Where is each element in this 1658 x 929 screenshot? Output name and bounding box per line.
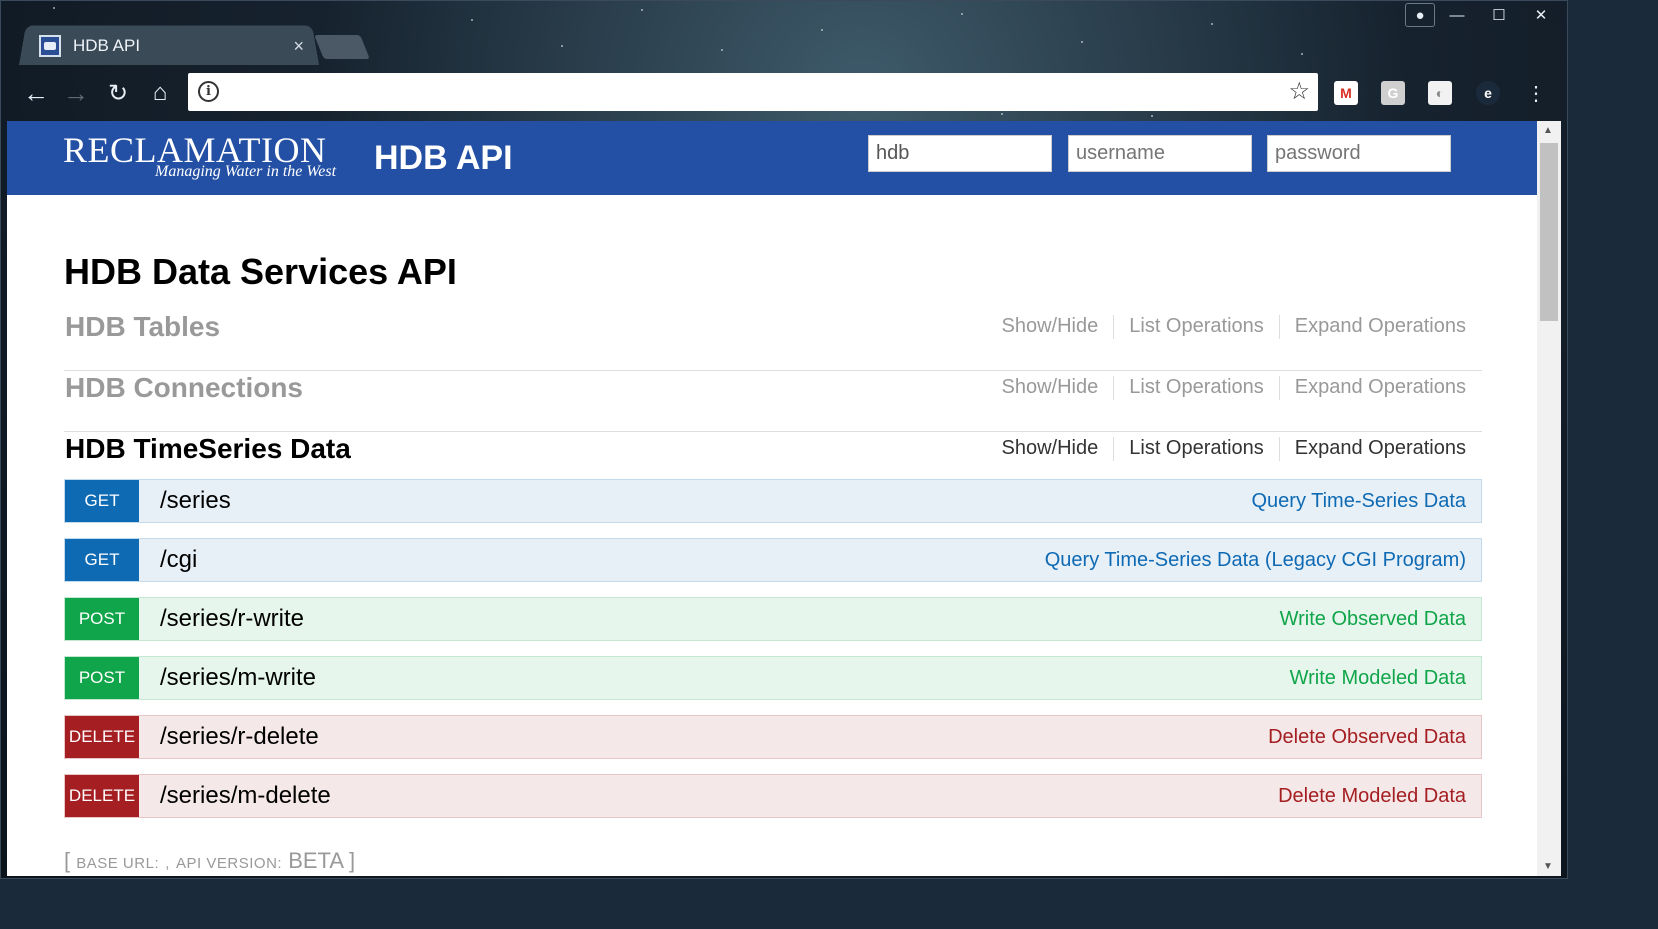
vertical-scrollbar[interactable]: ▲ ▼ bbox=[1537, 121, 1561, 876]
endpoint-summary[interactable]: Delete Modeled Data bbox=[1278, 785, 1466, 808]
address-bar[interactable]: i ☆ bbox=[188, 73, 1318, 111]
api-version-value: BETA bbox=[288, 848, 343, 873]
page-title: HDB Data Services API bbox=[64, 251, 457, 292]
api-info-footer: [ base url: , api version: BETA ] bbox=[64, 848, 355, 874]
favicon-icon bbox=[39, 35, 61, 57]
endpoint-path[interactable]: /series/r-write bbox=[160, 605, 1280, 633]
logo-tagline: Managing Water in the West bbox=[155, 163, 337, 180]
page-viewport: RECLAMATION Managing Water in the West H… bbox=[7, 121, 1537, 876]
endpoint-path[interactable]: /series/r-delete bbox=[160, 723, 1268, 751]
g-extension-icon[interactable]: G bbox=[1381, 81, 1405, 105]
endpoint-path[interactable]: /series/m-delete bbox=[160, 782, 1278, 810]
endpoint-path[interactable]: /series/m-write bbox=[160, 664, 1290, 692]
section-hdb-connections: HDB Connections Show/Hide List Operation… bbox=[64, 372, 1482, 432]
gmail-icon[interactable]: M bbox=[1334, 81, 1358, 105]
new-tab-button[interactable] bbox=[314, 35, 370, 59]
back-arrow-icon[interactable]: ← bbox=[20, 77, 52, 109]
base-url-value: , bbox=[165, 855, 170, 872]
base-url-label: base url: bbox=[76, 855, 160, 872]
minimize-icon[interactable]: — bbox=[1437, 1, 1477, 29]
section-title[interactable]: HDB Connections bbox=[65, 372, 303, 404]
endpoint-get-series[interactable]: GET /series Query Time-Series Data bbox=[64, 479, 1482, 523]
ops-separator bbox=[1278, 315, 1280, 339]
method-badge: POST bbox=[65, 657, 139, 699]
browser-window: ● — ☐ ✕ HDB API × ← → ↻ ⌂ i ☆ M G ◐ e ⋮ … bbox=[0, 0, 1568, 879]
ops-separator bbox=[1113, 315, 1115, 339]
expand-operations-link[interactable]: Expand Operations bbox=[1295, 376, 1466, 400]
show-hide-link[interactable]: Show/Hide bbox=[1002, 376, 1099, 400]
endpoint-summary[interactable]: Query Time-Series Data bbox=[1251, 490, 1466, 513]
menu-kebab-icon[interactable]: ⋮ bbox=[1520, 77, 1552, 109]
close-icon[interactable]: ✕ bbox=[1521, 1, 1561, 29]
tab-close-icon[interactable]: × bbox=[293, 36, 304, 57]
header-title: HDB API bbox=[374, 139, 513, 177]
scrollbar-thumb[interactable] bbox=[1540, 143, 1558, 321]
maximize-icon[interactable]: ☐ bbox=[1479, 1, 1519, 29]
method-badge: POST bbox=[65, 598, 139, 640]
endpoint-summary[interactable]: Write Observed Data bbox=[1280, 608, 1466, 631]
endpoint-get-cgi[interactable]: GET /cgi Query Time-Series Data (Legacy … bbox=[64, 538, 1482, 582]
endpoint-post-m-write[interactable]: POST /series/m-write Write Modeled Data bbox=[64, 656, 1482, 700]
method-badge: GET bbox=[65, 539, 139, 581]
scroll-down-arrow-icon[interactable]: ▼ bbox=[1543, 861, 1553, 872]
endpoint-delete-r-delete[interactable]: DELETE /series/r-delete Delete Observed … bbox=[64, 715, 1482, 759]
ops-separator bbox=[1113, 376, 1115, 400]
section-hdb-tables: HDB Tables Show/Hide List Operations Exp… bbox=[64, 311, 1482, 371]
e-extension-icon[interactable]: e bbox=[1476, 81, 1500, 105]
section-ops: Show/Hide List Operations Expand Operati… bbox=[1002, 315, 1466, 339]
browser-tab-content[interactable]: HDB API × bbox=[39, 31, 304, 61]
user-icon[interactable]: ● bbox=[1405, 3, 1435, 27]
expand-operations-link[interactable]: Expand Operations bbox=[1295, 315, 1466, 339]
footer-bracket-open: [ bbox=[64, 848, 71, 873]
endpoint-summary[interactable]: Query Time-Series Data (Legacy CGI Progr… bbox=[1045, 549, 1466, 572]
reload-icon[interactable]: ↻ bbox=[102, 77, 134, 109]
tab-title: HDB API bbox=[73, 36, 141, 55]
reclamation-logo[interactable]: RECLAMATION Managing Water in the West bbox=[63, 130, 336, 180]
api-version-label: api version: bbox=[176, 855, 283, 872]
method-badge: DELETE bbox=[65, 716, 139, 758]
expand-operations-link[interactable]: Expand Operations bbox=[1295, 437, 1466, 461]
method-badge: GET bbox=[65, 480, 139, 522]
list-operations-link[interactable]: List Operations bbox=[1129, 315, 1264, 339]
forward-arrow-icon[interactable]: → bbox=[60, 77, 92, 109]
logo-main: RECLAMATION bbox=[63, 130, 327, 170]
password-input[interactable] bbox=[1267, 135, 1451, 172]
list-operations-link[interactable]: List Operations bbox=[1129, 437, 1264, 461]
ops-separator bbox=[1278, 437, 1280, 461]
ops-separator bbox=[1113, 437, 1115, 461]
browser-toolbar: ← → ↻ ⌂ i ☆ M G ◐ e ⋮ bbox=[2, 65, 1568, 121]
section-ops: Show/Hide List Operations Expand Operati… bbox=[1002, 437, 1466, 461]
endpoint-summary[interactable]: Write Modeled Data bbox=[1290, 667, 1466, 690]
section-title[interactable]: HDB TimeSeries Data bbox=[65, 433, 351, 465]
shape-extension-icon[interactable]: ◐ bbox=[1428, 81, 1452, 105]
ops-separator bbox=[1278, 376, 1280, 400]
endpoint-delete-m-delete[interactable]: DELETE /series/m-delete Delete Modeled D… bbox=[64, 774, 1482, 818]
endpoint-summary[interactable]: Delete Observed Data bbox=[1268, 726, 1466, 749]
scroll-up-arrow-icon[interactable]: ▲ bbox=[1543, 125, 1553, 136]
list-operations-link[interactable]: List Operations bbox=[1129, 376, 1264, 400]
endpoint-path[interactable]: /cgi bbox=[160, 546, 1045, 574]
endpoint-path[interactable]: /series bbox=[160, 487, 1251, 515]
bookmark-star-icon[interactable]: ☆ bbox=[1288, 77, 1310, 106]
username-input[interactable] bbox=[1068, 135, 1252, 172]
section-title[interactable]: HDB Tables bbox=[65, 311, 220, 343]
database-input[interactable] bbox=[868, 135, 1052, 172]
window-controls: ● — ☐ ✕ bbox=[1405, 1, 1561, 29]
endpoint-post-r-write[interactable]: POST /series/r-write Write Observed Data bbox=[64, 597, 1482, 641]
show-hide-link[interactable]: Show/Hide bbox=[1002, 315, 1099, 339]
info-icon[interactable]: i bbox=[198, 81, 219, 102]
site-header: RECLAMATION Managing Water in the West H… bbox=[7, 121, 1537, 195]
footer-bracket-close: ] bbox=[348, 848, 356, 873]
section-ops: Show/Hide List Operations Expand Operati… bbox=[1002, 376, 1466, 400]
home-icon[interactable]: ⌂ bbox=[144, 77, 176, 109]
show-hide-link[interactable]: Show/Hide bbox=[1002, 437, 1099, 461]
method-badge: DELETE bbox=[65, 775, 139, 817]
